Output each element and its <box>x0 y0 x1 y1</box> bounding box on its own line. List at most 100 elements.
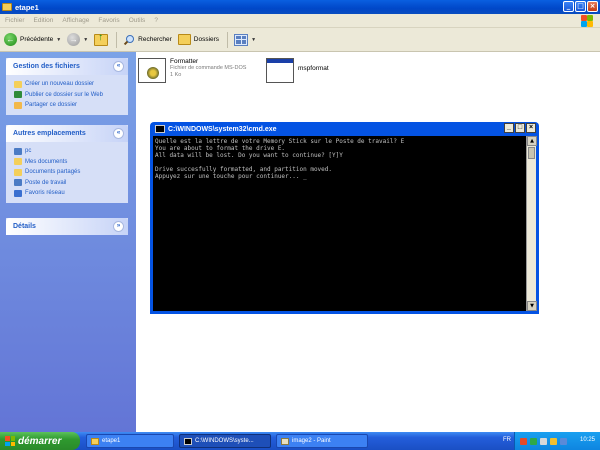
back-arrow-icon: ← <box>4 33 17 46</box>
taskbar-item-label: etape1 <box>102 438 121 444</box>
scroll-down-arrow-icon[interactable]: ▼ <box>527 301 537 311</box>
taskbar-item-label: image2 - Paint <box>292 438 331 444</box>
task-link-label: Mes documents <box>25 158 68 165</box>
start-button[interactable]: démarrer <box>0 432 80 450</box>
documents-folder-icon <box>14 158 22 166</box>
computer-icon <box>14 147 22 155</box>
app-window-icon <box>266 58 294 83</box>
minimize-button[interactable]: _ <box>563 1 574 12</box>
file-item-mspformat[interactable]: mspformat <box>266 58 329 83</box>
collapse-chevron-icon[interactable]: « <box>113 128 124 139</box>
task-link-label: Publier ce dossier sur le Web <box>25 91 103 98</box>
panel-body: pc Mes documents Documents partagés Poste d… <box>6 142 128 203</box>
search-button[interactable]: Rechercher <box>123 34 172 46</box>
views-button[interactable]: ▼ <box>234 33 256 46</box>
collapse-chevron-icon[interactable]: « <box>113 61 124 72</box>
update-icon[interactable] <box>550 437 557 445</box>
globe-icon <box>14 91 22 99</box>
console-line: Appuyez sur une touche pour continuer...… <box>155 173 307 180</box>
task-link[interactable]: Documents partagés <box>14 167 128 178</box>
task-link[interactable]: pc <box>14 146 128 157</box>
panel-header[interactable]: Gestion des fichiers « <box>6 58 128 75</box>
file-item-formatter[interactable]: Formatter Fichier de commande MS-DOS 1 K… <box>138 58 246 83</box>
console-titlebar[interactable]: C:\WINDOWS\system32\cmd.exe _ □ × <box>153 122 536 136</box>
task-link-label: Favoris réseau <box>25 190 65 197</box>
chevron-down-icon[interactable]: ▼ <box>251 37 256 43</box>
language-indicator[interactable]: FR <box>503 437 511 443</box>
folders-button[interactable]: Dossiers <box>177 34 219 45</box>
panel-other-places: Autres emplacements « pc Mes documents Doc… <box>6 125 128 203</box>
console-icon <box>155 125 165 133</box>
back-button[interactable]: ← Précédente ▼ <box>4 33 61 46</box>
task-link[interactable]: Mes documents <box>14 157 128 168</box>
start-label: démarrer <box>18 435 62 447</box>
task-link[interactable]: Publier ce dossier sur le Web <box>14 90 128 101</box>
console-output[interactable]: Quelle est la lettre de votre Memory Sti… <box>153 136 526 311</box>
console-window[interactable]: C:\WINDOWS\system32\cmd.exe _ □ × Quelle… <box>150 122 539 314</box>
window-titlebar[interactable]: etape1 _ □ × <box>0 0 600 14</box>
console-controls: _ □ × <box>504 123 536 133</box>
file-size: 1 Ko <box>170 72 182 78</box>
network-icon <box>14 189 22 197</box>
task-link[interactable]: Créer un nouveau dossier <box>14 79 128 90</box>
panel-details: Détails » <box>6 218 128 235</box>
windows-logo-icon <box>580 14 594 28</box>
up-folder-button[interactable] <box>94 32 109 46</box>
console-text: Quelle est la lettre de votre Memory Sti… <box>155 138 404 180</box>
paint-icon <box>281 437 289 445</box>
taskbar-item-cmd[interactable]: C:\WINDOWS\syste... <box>179 434 271 448</box>
forward-arrow-icon: → <box>67 33 81 46</box>
taskbar-item-label: C:\WINDOWS\syste... <box>195 438 254 444</box>
task-link[interactable]: Poste de travail <box>14 178 128 189</box>
toolbar-divider <box>227 31 229 48</box>
task-link[interactable]: Favoris réseau <box>14 188 128 199</box>
close-button[interactable]: × <box>587 1 598 12</box>
taskbar-item-paint[interactable]: image2 - Paint <box>276 434 368 448</box>
scroll-up-arrow-icon[interactable]: ▲ <box>527 136 537 146</box>
file-type: Fichier de commande MS-DOS <box>170 65 247 71</box>
network-status-icon[interactable] <box>530 437 537 445</box>
console-minimize-button[interactable]: _ <box>504 123 514 133</box>
console-close-button[interactable]: × <box>526 123 536 133</box>
menu-edit[interactable]: Edition <box>34 17 54 24</box>
menu-tools[interactable]: Outils <box>129 17 146 24</box>
chevron-down-icon[interactable]: ▼ <box>83 37 88 43</box>
views-icon <box>234 33 249 46</box>
search-label: Rechercher <box>138 36 172 43</box>
forward-button[interactable]: → ▼ <box>67 33 88 46</box>
window-controls: _ □ × <box>563 1 598 12</box>
folders-icon <box>177 34 191 45</box>
volume-icon[interactable] <box>540 437 547 445</box>
task-link-label: pc <box>25 148 32 155</box>
console-line: You are about to format the drive E. <box>155 145 286 152</box>
console-maximize-button[interactable]: □ <box>515 123 525 133</box>
menu-help[interactable]: ? <box>154 17 158 24</box>
task-link-label: Partager ce dossier <box>25 102 78 109</box>
menu-favorites[interactable]: Favoris <box>98 17 119 24</box>
menu-file[interactable]: Fichier <box>5 17 25 24</box>
security-shield-icon[interactable] <box>520 437 527 445</box>
maximize-button[interactable]: □ <box>575 1 586 12</box>
panel-header[interactable]: Autres emplacements « <box>6 125 128 142</box>
console-line: Drive succesfully formatted, and partiti… <box>155 166 333 173</box>
scroll-thumb[interactable] <box>528 147 535 159</box>
task-link[interactable]: Partager ce dossier <box>14 100 128 111</box>
task-link-label: Documents partagés <box>25 169 81 176</box>
panel-title: Autres emplacements <box>13 130 86 137</box>
system-tray: 10:25 <box>514 432 600 450</box>
toolbar-divider <box>116 31 118 48</box>
panel-title: Détails <box>13 223 36 230</box>
batch-file-icon <box>138 58 166 83</box>
clock[interactable]: 10:25 <box>580 437 595 443</box>
panel-header[interactable]: Détails » <box>6 218 128 235</box>
console-scrollbar[interactable]: ▲ ▼ <box>526 136 537 311</box>
taskbar-item-etape1[interactable]: etape1 <box>86 434 174 448</box>
chevron-down-icon[interactable]: ▼ <box>56 37 61 43</box>
expand-chevron-icon[interactable]: » <box>113 221 124 232</box>
device-icon[interactable] <box>560 437 567 445</box>
menu-view[interactable]: Affichage <box>62 17 89 24</box>
console-line: All data will be lost. Do you want to co… <box>155 152 343 159</box>
window-title: etape1 <box>15 2 39 12</box>
windows-flag-icon <box>5 436 15 446</box>
